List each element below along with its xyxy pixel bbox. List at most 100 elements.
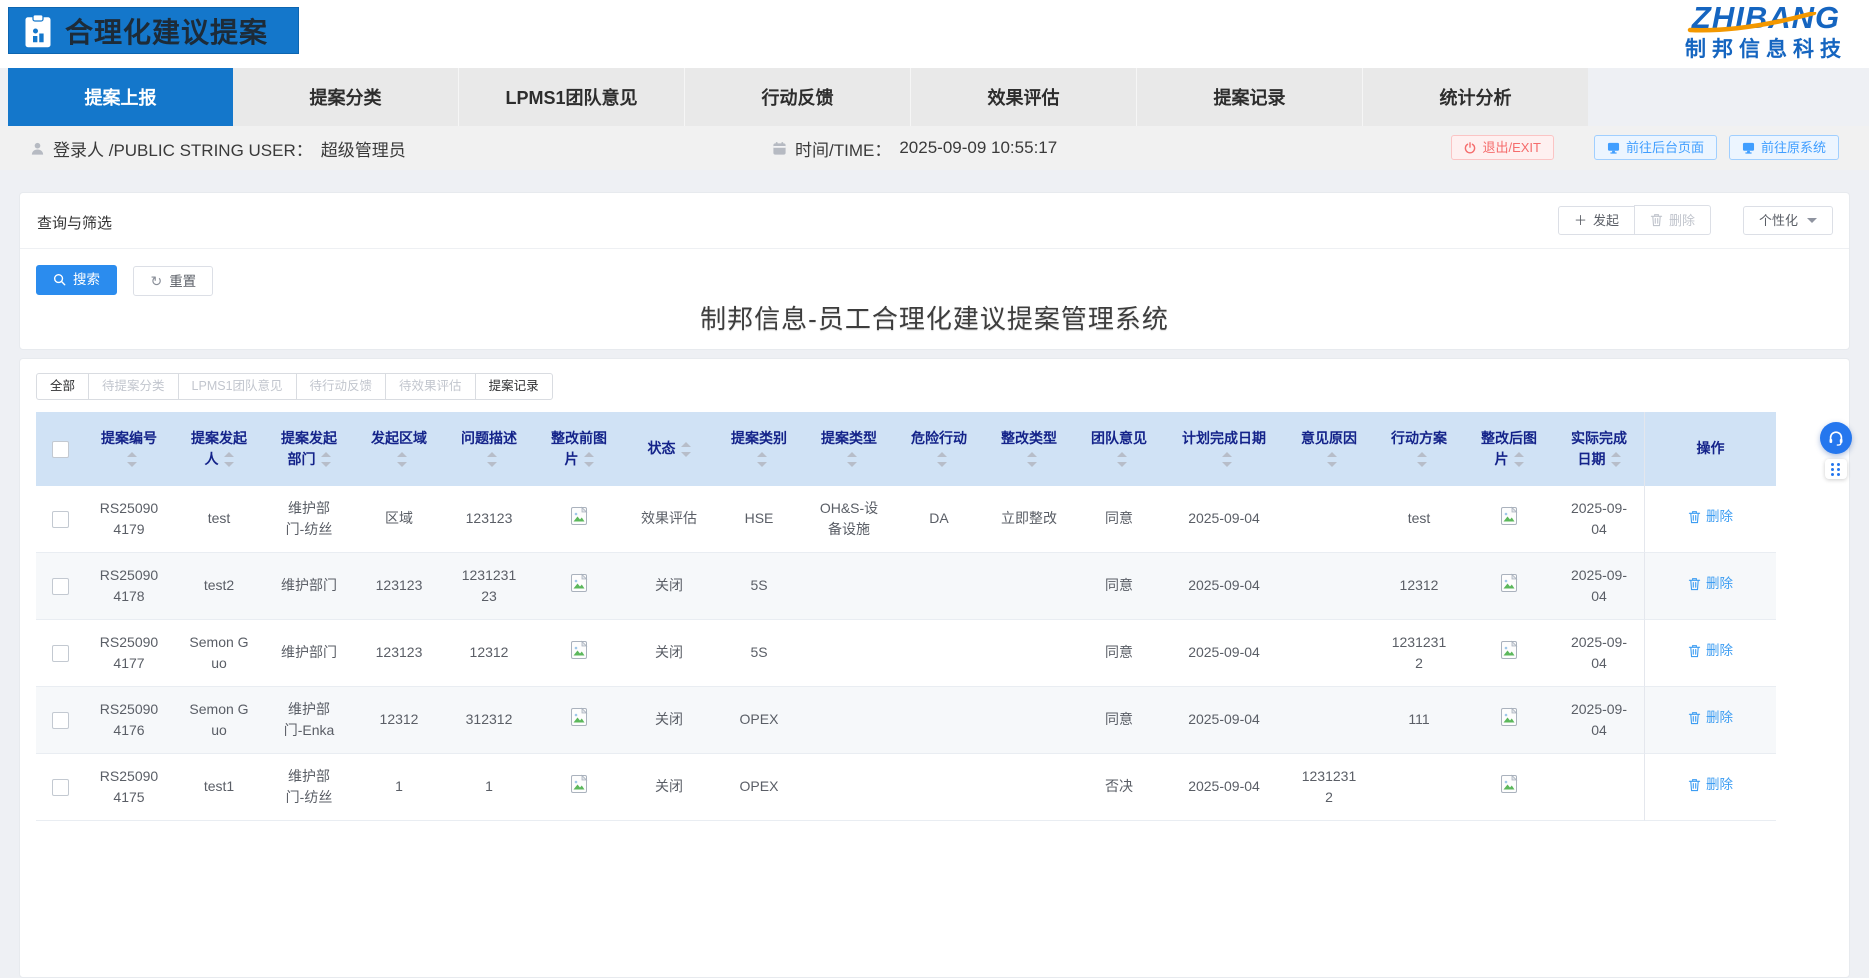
nav-tab-1[interactable]: 提案分类 xyxy=(233,68,459,126)
cell-status: 关闭 xyxy=(624,553,714,620)
sort-carets-icon[interactable] xyxy=(224,452,234,467)
main-nav-tabs: 提案上报提案分类LPMS1团队意见行动反馈效果评估提案记录统计分析 xyxy=(8,68,1588,126)
cell-category: OPEX xyxy=(714,687,804,754)
nav-tab-5[interactable]: 提案记录 xyxy=(1137,68,1363,126)
row-delete-button[interactable]: 删除 xyxy=(1688,775,1733,795)
image-thumbnail-icon[interactable] xyxy=(1499,774,1519,794)
column-header-11[interactable]: 团队意见 xyxy=(1074,412,1164,486)
row-delete-button[interactable]: 删除 xyxy=(1688,507,1733,527)
filter-pill-1[interactable]: 待提案分类 xyxy=(88,373,179,400)
cell-region: 123123 xyxy=(354,553,444,620)
nav-tab-4[interactable]: 效果评估 xyxy=(911,68,1137,126)
column-header-8[interactable]: 提案类型 xyxy=(804,412,894,486)
filter-pill-0[interactable]: 全部 xyxy=(36,373,89,400)
row-checkbox-cell xyxy=(36,620,84,687)
goto-admin-button[interactable]: 前往后台页面 xyxy=(1594,135,1717,160)
image-thumbnail-icon[interactable] xyxy=(569,573,589,593)
column-header-1[interactable]: 提案发起人 xyxy=(174,412,264,486)
launch-button[interactable]: ＋ 发起 xyxy=(1558,206,1635,235)
image-thumbnail-icon[interactable] xyxy=(1499,707,1519,727)
sort-carets-icon[interactable] xyxy=(937,452,947,467)
nav-tab-2[interactable]: LPMS1团队意见 xyxy=(459,68,685,126)
filter-pill-3[interactable]: 待行动反馈 xyxy=(296,373,387,400)
goto-origin-button[interactable]: 前往原系统 xyxy=(1729,135,1839,160)
cell-plan_date: 2025-09-04 xyxy=(1164,620,1284,687)
app-root: { "brand": { "logo_title": "合理化建议提案", "c… xyxy=(0,0,1869,815)
column-header-6[interactable]: 状态 xyxy=(624,412,714,486)
sort-carets-icon[interactable] xyxy=(1611,452,1621,467)
row-checkbox[interactable] xyxy=(52,779,69,796)
row-delete-label: 删除 xyxy=(1706,708,1733,728)
cell-before_image xyxy=(534,553,624,620)
column-header-7[interactable]: 提案类别 xyxy=(714,412,804,486)
column-header-13[interactable]: 意见原因 xyxy=(1284,412,1374,486)
filter-pill-5[interactable]: 提案记录 xyxy=(475,373,553,400)
row-delete-button[interactable]: 删除 xyxy=(1688,708,1733,728)
float-drag-handle[interactable] xyxy=(1825,459,1847,479)
sort-carets-icon[interactable] xyxy=(321,452,331,467)
sort-carets-icon[interactable] xyxy=(1117,452,1127,467)
filter-pill-4[interactable]: 待效果评估 xyxy=(385,373,476,400)
column-header-2[interactable]: 提案发起部门 xyxy=(264,412,354,486)
sort-carets-icon[interactable] xyxy=(397,452,407,467)
reset-button[interactable]: ↻ 重置 xyxy=(133,266,213,296)
sort-carets-icon[interactable] xyxy=(1027,452,1037,467)
image-thumbnail-icon[interactable] xyxy=(1499,573,1519,593)
customer-service-float-button[interactable] xyxy=(1820,422,1852,454)
cell-type xyxy=(804,687,894,754)
image-thumbnail-icon[interactable] xyxy=(569,774,589,794)
column-header-3[interactable]: 发起区域 xyxy=(354,412,444,486)
logout-button[interactable]: 退出/EXIT xyxy=(1451,135,1554,160)
sort-carets-icon[interactable] xyxy=(1222,452,1232,467)
column-header-label: 状态 xyxy=(648,440,676,456)
delete-button[interactable]: 删除 xyxy=(1634,205,1711,235)
image-thumbnail-icon[interactable] xyxy=(569,707,589,727)
proposal-list-panel: 全部待提案分类LPMS1团队意见待行动反馈待效果评估提案记录 提案编号提案发起人… xyxy=(19,358,1850,978)
column-header-10[interactable]: 整改类型 xyxy=(984,412,1074,486)
row-checkbox[interactable] xyxy=(52,578,69,595)
sort-carets-icon[interactable] xyxy=(847,452,857,467)
sort-carets-icon[interactable] xyxy=(584,452,594,467)
time-label: 时间/TIME： xyxy=(795,136,891,161)
personalize-button[interactable]: 个性化 xyxy=(1743,206,1833,235)
row-delete-button[interactable]: 删除 xyxy=(1688,574,1733,594)
column-header-label: 提案类型 xyxy=(821,430,877,446)
column-header-16[interactable]: 实际完成日期 xyxy=(1554,412,1644,486)
nav-tab-0[interactable]: 提案上报 xyxy=(8,68,233,126)
sort-carets-icon[interactable] xyxy=(127,452,137,467)
sort-carets-icon[interactable] xyxy=(1417,452,1427,467)
column-header-15[interactable]: 整改后图片 xyxy=(1464,412,1554,486)
cell-after_image xyxy=(1464,486,1554,553)
sort-carets-icon[interactable] xyxy=(487,452,497,467)
column-header-14[interactable]: 行动方案 xyxy=(1374,412,1464,486)
column-header-4[interactable]: 问题描述 xyxy=(444,412,534,486)
image-thumbnail-icon[interactable] xyxy=(1499,506,1519,526)
table-row: RS250904178test2维护部门123123123123123 关闭5S… xyxy=(36,553,1776,620)
image-thumbnail-icon[interactable] xyxy=(569,640,589,660)
column-header-0[interactable]: 提案编号 xyxy=(84,412,174,486)
column-header-9[interactable]: 危险行动 xyxy=(894,412,984,486)
image-thumbnail-icon[interactable] xyxy=(569,506,589,526)
row-checkbox[interactable] xyxy=(52,645,69,662)
monitor-icon xyxy=(1607,142,1620,154)
row-checkbox[interactable] xyxy=(52,511,69,528)
cell-proposer: Semon Guo xyxy=(174,687,264,754)
filter-pill-2[interactable]: LPMS1团队意见 xyxy=(178,373,297,400)
search-button[interactable]: 搜索 xyxy=(36,265,117,295)
column-header-5[interactable]: 整改前图片 xyxy=(534,412,624,486)
cell-opinion_reason xyxy=(1284,620,1374,687)
nav-tab-3[interactable]: 行动反馈 xyxy=(685,68,911,126)
select-all-checkbox[interactable] xyxy=(52,441,69,458)
row-checkbox[interactable] xyxy=(52,712,69,729)
image-thumbnail-icon[interactable] xyxy=(1499,640,1519,660)
sort-carets-icon[interactable] xyxy=(1327,452,1337,467)
sort-carets-icon[interactable] xyxy=(757,452,767,467)
sort-carets-icon[interactable] xyxy=(681,442,691,457)
trash-icon xyxy=(1688,644,1701,658)
column-header-12[interactable]: 计划完成日期 xyxy=(1164,412,1284,486)
cell-proposer: Semon Guo xyxy=(174,620,264,687)
row-delete-button[interactable]: 删除 xyxy=(1688,641,1733,661)
sort-carets-icon[interactable] xyxy=(1514,452,1524,467)
nav-tab-6[interactable]: 统计分析 xyxy=(1363,68,1588,126)
time-value: 2025-09-09 10:55:17 xyxy=(899,138,1057,158)
